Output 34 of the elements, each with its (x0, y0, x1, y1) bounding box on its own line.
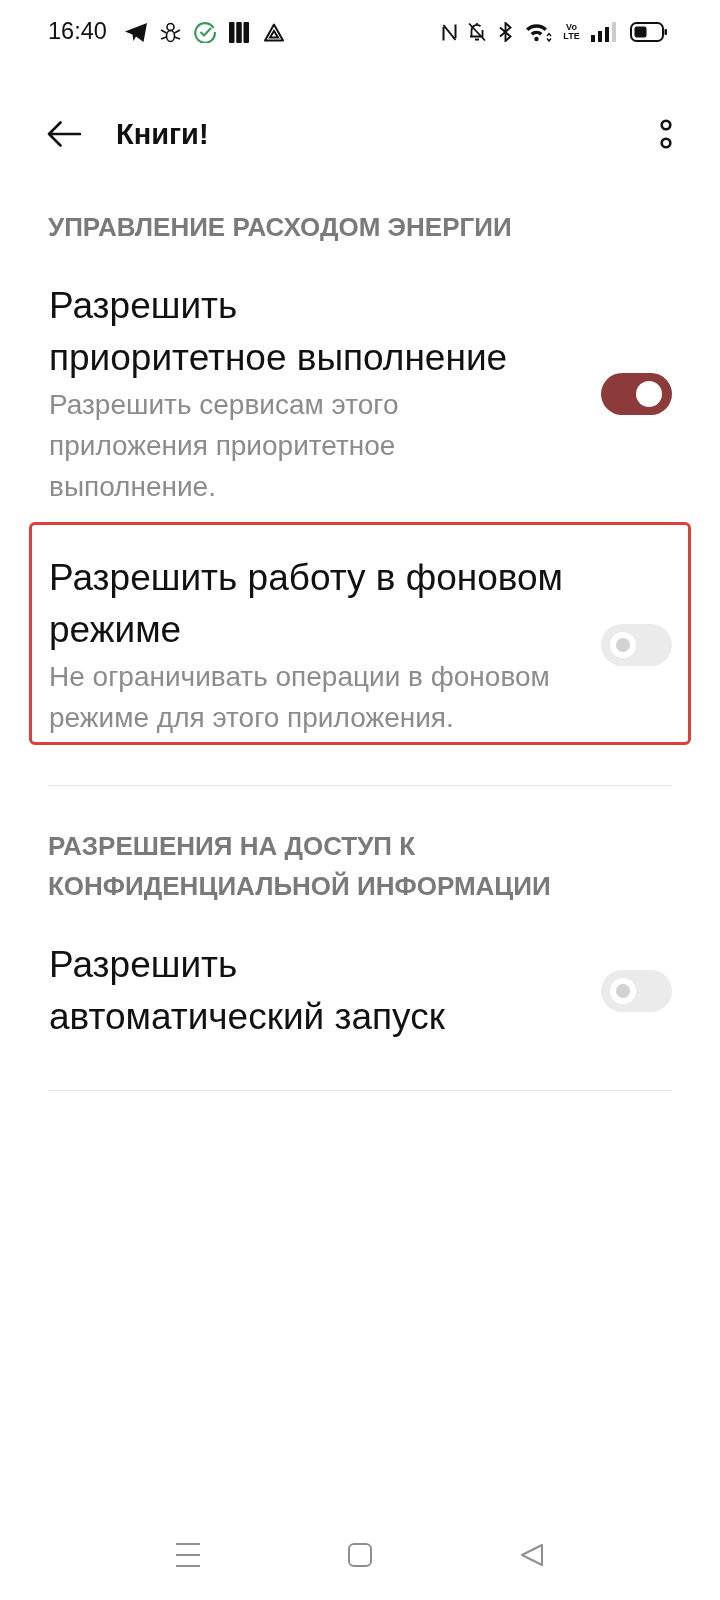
page-title: Книги! (116, 119, 209, 149)
more-options-button[interactable] (660, 119, 672, 149)
setting-title: Разрешить работу в фоновом режиме (49, 556, 565, 652)
home-square-icon (348, 1543, 372, 1567)
setting-title: Разрешить автоматический запуск (49, 943, 446, 1039)
back-triangle-icon (520, 1543, 544, 1567)
battery-icon (630, 22, 667, 42)
toggle-switch[interactable] (601, 372, 672, 415)
bars-icon (228, 21, 249, 43)
toggle-switch[interactable] (601, 970, 672, 1012)
setting-description: Разрешить сервисам этого приложения приоритетное выполнение. (49, 388, 400, 504)
nav-back-button[interactable] (520, 1543, 544, 1567)
back-button[interactable] (47, 121, 81, 147)
bell-off-icon (468, 22, 486, 42)
nfc-icon (442, 22, 457, 42)
section-header: РАЗРЕШЕНИЯ НА ДОСТУП К КОНФИДЕНЦИАЛЬНОЙ ИНФОРМАЦИИ (47, 830, 552, 903)
wifi-icon (525, 22, 552, 42)
status-time: 16:40 (48, 20, 107, 44)
check-circle-icon (193, 21, 216, 43)
triangle-icon (263, 22, 284, 42)
recent-apps-button[interactable] (176, 1543, 200, 1567)
menu-icon (176, 1543, 200, 1567)
menu-dots-icon (660, 119, 672, 149)
signal-icon (591, 22, 617, 42)
toggle-switch[interactable] (601, 624, 672, 666)
setting-title: Разрешить приоритетное выполнение (49, 284, 509, 380)
setting-description: Не ограничивать операции в фоновом режиме для этого приложения. (49, 660, 551, 735)
bluetooth-icon (498, 22, 513, 42)
home-button[interactable] (348, 1543, 372, 1567)
back-arrow-icon (47, 121, 81, 147)
section-header: УПРАВЛЕНИЕ РАСХОДОМ ЭНЕРГИИ (47, 211, 513, 244)
send-icon (124, 22, 147, 42)
network-label: Vo LTE (563, 23, 580, 41)
bug-icon (159, 21, 181, 43)
